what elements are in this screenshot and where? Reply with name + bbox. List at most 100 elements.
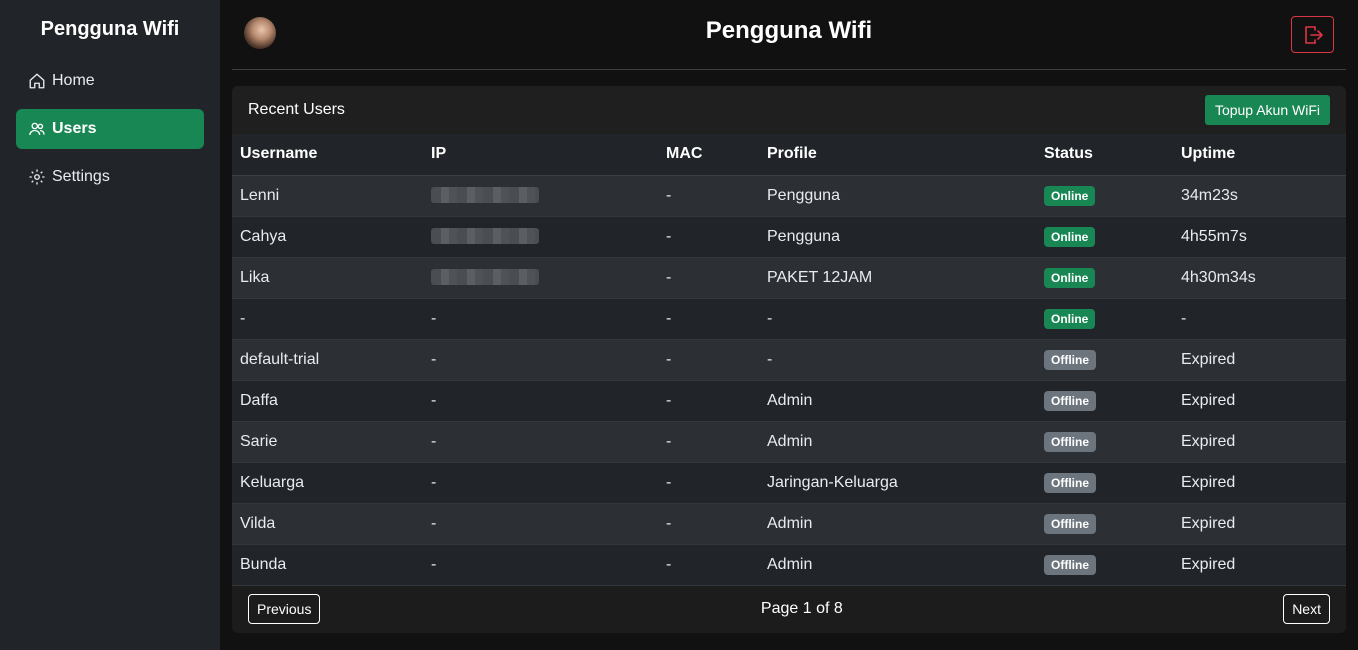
cell-profile: - [759, 298, 1036, 340]
cell-username: Lenni [232, 175, 423, 217]
cell-username: Cahya [232, 216, 423, 258]
sidebar-item-users[interactable]: Users [16, 109, 204, 149]
main-content: Pengguna Wifi Recent Users Topup Akun Wi… [220, 0, 1358, 650]
column-header-ip: IP [423, 134, 658, 176]
page-info: Page 1 of 8 [760, 600, 843, 617]
cell-ip: - [423, 421, 658, 463]
cell-uptime: 4h30m34s [1173, 257, 1346, 299]
cell-uptime: 34m23s [1173, 175, 1346, 217]
logout-button[interactable] [1291, 16, 1334, 53]
cell-status: Online [1036, 216, 1173, 258]
cell-status: Offline [1036, 503, 1173, 545]
cell-ip [423, 175, 658, 217]
pagination: Previous Page 1 of 8 Next [232, 585, 1346, 633]
cell-ip: - [423, 298, 658, 340]
avatar[interactable] [244, 17, 276, 49]
status-badge: Online [1044, 185, 1096, 206]
status-badge: Online [1044, 226, 1096, 247]
users-table: Username IP MAC Profile Status Uptime Le… [232, 134, 1346, 586]
status-badge: Online [1044, 308, 1096, 329]
sidebar: Pengguna Wifi Home Users Settings [0, 0, 220, 650]
cell-uptime: Expired [1173, 339, 1346, 381]
sidebar-item-home[interactable]: Home [16, 61, 204, 101]
cell-profile: Admin [759, 380, 1036, 422]
home-icon [28, 72, 46, 90]
next-button[interactable]: Next [1283, 594, 1330, 624]
sidebar-item-label: Home [52, 72, 95, 89]
redacted-ip [431, 228, 539, 245]
table-row[interactable]: Daffa - - Admin Offline Expired [232, 380, 1346, 422]
table-row[interactable]: Keluarga - - Jaringan-Keluarga Offline Expire… [232, 462, 1346, 504]
table-row[interactable]: Vilda - - Admin Offline Expired [232, 503, 1346, 545]
cell-username: Daffa [232, 380, 423, 422]
cell-ip [423, 257, 658, 299]
cell-mac: - [658, 380, 759, 422]
cell-mac: - [658, 216, 759, 258]
column-header-profile: Profile [759, 134, 1036, 176]
cell-ip: - [423, 339, 658, 381]
cell-uptime: Expired [1173, 544, 1346, 586]
app-root: Pengguna Wifi Home Users Settings Penggu… [0, 0, 1358, 650]
table-row[interactable]: default-trial - - - Offline Expired [232, 339, 1346, 381]
status-badge: Online [1044, 267, 1096, 288]
table-row[interactable]: Lenni - Pengguna Online 34m23s [232, 175, 1346, 217]
cell-username: - [232, 298, 423, 340]
table-row[interactable]: - - - - Online - [232, 298, 1346, 340]
cell-status: Offline [1036, 339, 1173, 381]
gear-icon [28, 168, 46, 186]
cell-status: Offline [1036, 421, 1173, 463]
column-header-status: Status [1036, 134, 1173, 176]
cell-uptime: 4h55m7s [1173, 216, 1346, 258]
status-badge: Offline [1044, 472, 1096, 493]
cell-uptime: Expired [1173, 380, 1346, 422]
column-header-username: Username [232, 134, 423, 176]
card-title: Recent Users [248, 101, 345, 118]
cell-status: Offline [1036, 462, 1173, 504]
users-icon [28, 120, 46, 138]
cell-mac: - [658, 503, 759, 545]
status-badge: Offline [1044, 513, 1096, 534]
previous-button[interactable]: Previous [248, 594, 321, 624]
status-badge: Offline [1044, 390, 1096, 411]
cell-mac: - [658, 421, 759, 463]
table-header-row: Username IP MAC Profile Status Uptime [232, 134, 1346, 176]
redacted-ip [431, 187, 539, 204]
table-row[interactable]: Bunda - - Admin Offline Expired [232, 544, 1346, 586]
cell-ip: - [423, 503, 658, 545]
table-row[interactable]: Lika - PAKET 12JAM Online 4h30m34s [232, 257, 1346, 299]
cell-username: default-trial [232, 339, 423, 381]
topup-button[interactable]: Topup Akun WiFi [1204, 95, 1330, 125]
users-card: Recent Users Topup Akun WiFi Username IP… [232, 86, 1346, 633]
cell-username: Lika [232, 257, 423, 299]
card-header: Recent Users Topup Akun WiFi [232, 86, 1346, 134]
logout-icon [1304, 25, 1323, 44]
cell-profile: Jaringan-Keluarga [759, 462, 1036, 504]
cell-profile: Pengguna [759, 175, 1036, 217]
cell-uptime: Expired [1173, 503, 1346, 545]
column-header-mac: MAC [658, 134, 759, 176]
cell-profile: Pengguna [759, 216, 1036, 258]
cell-profile: - [759, 339, 1036, 381]
cell-uptime: Expired [1173, 421, 1346, 463]
cell-profile: PAKET 12JAM [759, 257, 1036, 299]
table-row[interactable]: Sarie - - Admin Offline Expired [232, 421, 1346, 463]
cell-status: Online [1036, 298, 1173, 340]
status-badge: Offline [1044, 554, 1096, 575]
sidebar-nav: Home Users Settings [0, 61, 220, 197]
cell-mac: - [658, 462, 759, 504]
column-header-uptime: Uptime [1173, 134, 1346, 176]
cell-profile: Admin [759, 544, 1036, 586]
cell-username: Keluarga [232, 462, 423, 504]
cell-username: Sarie [232, 421, 423, 463]
sidebar-brand: Pengguna Wifi [40, 18, 180, 40]
sidebar-item-settings[interactable]: Settings [16, 157, 204, 197]
topbar: Pengguna Wifi [232, 0, 1346, 70]
redacted-ip [431, 269, 539, 286]
cell-status: Online [1036, 175, 1173, 217]
cell-mac: - [658, 257, 759, 299]
cell-ip: - [423, 544, 658, 586]
cell-status: Offline [1036, 544, 1173, 586]
cell-ip: - [423, 380, 658, 422]
table-row[interactable]: Cahya - Pengguna Online 4h55m7s [232, 216, 1346, 258]
cell-profile: Admin [759, 503, 1036, 545]
